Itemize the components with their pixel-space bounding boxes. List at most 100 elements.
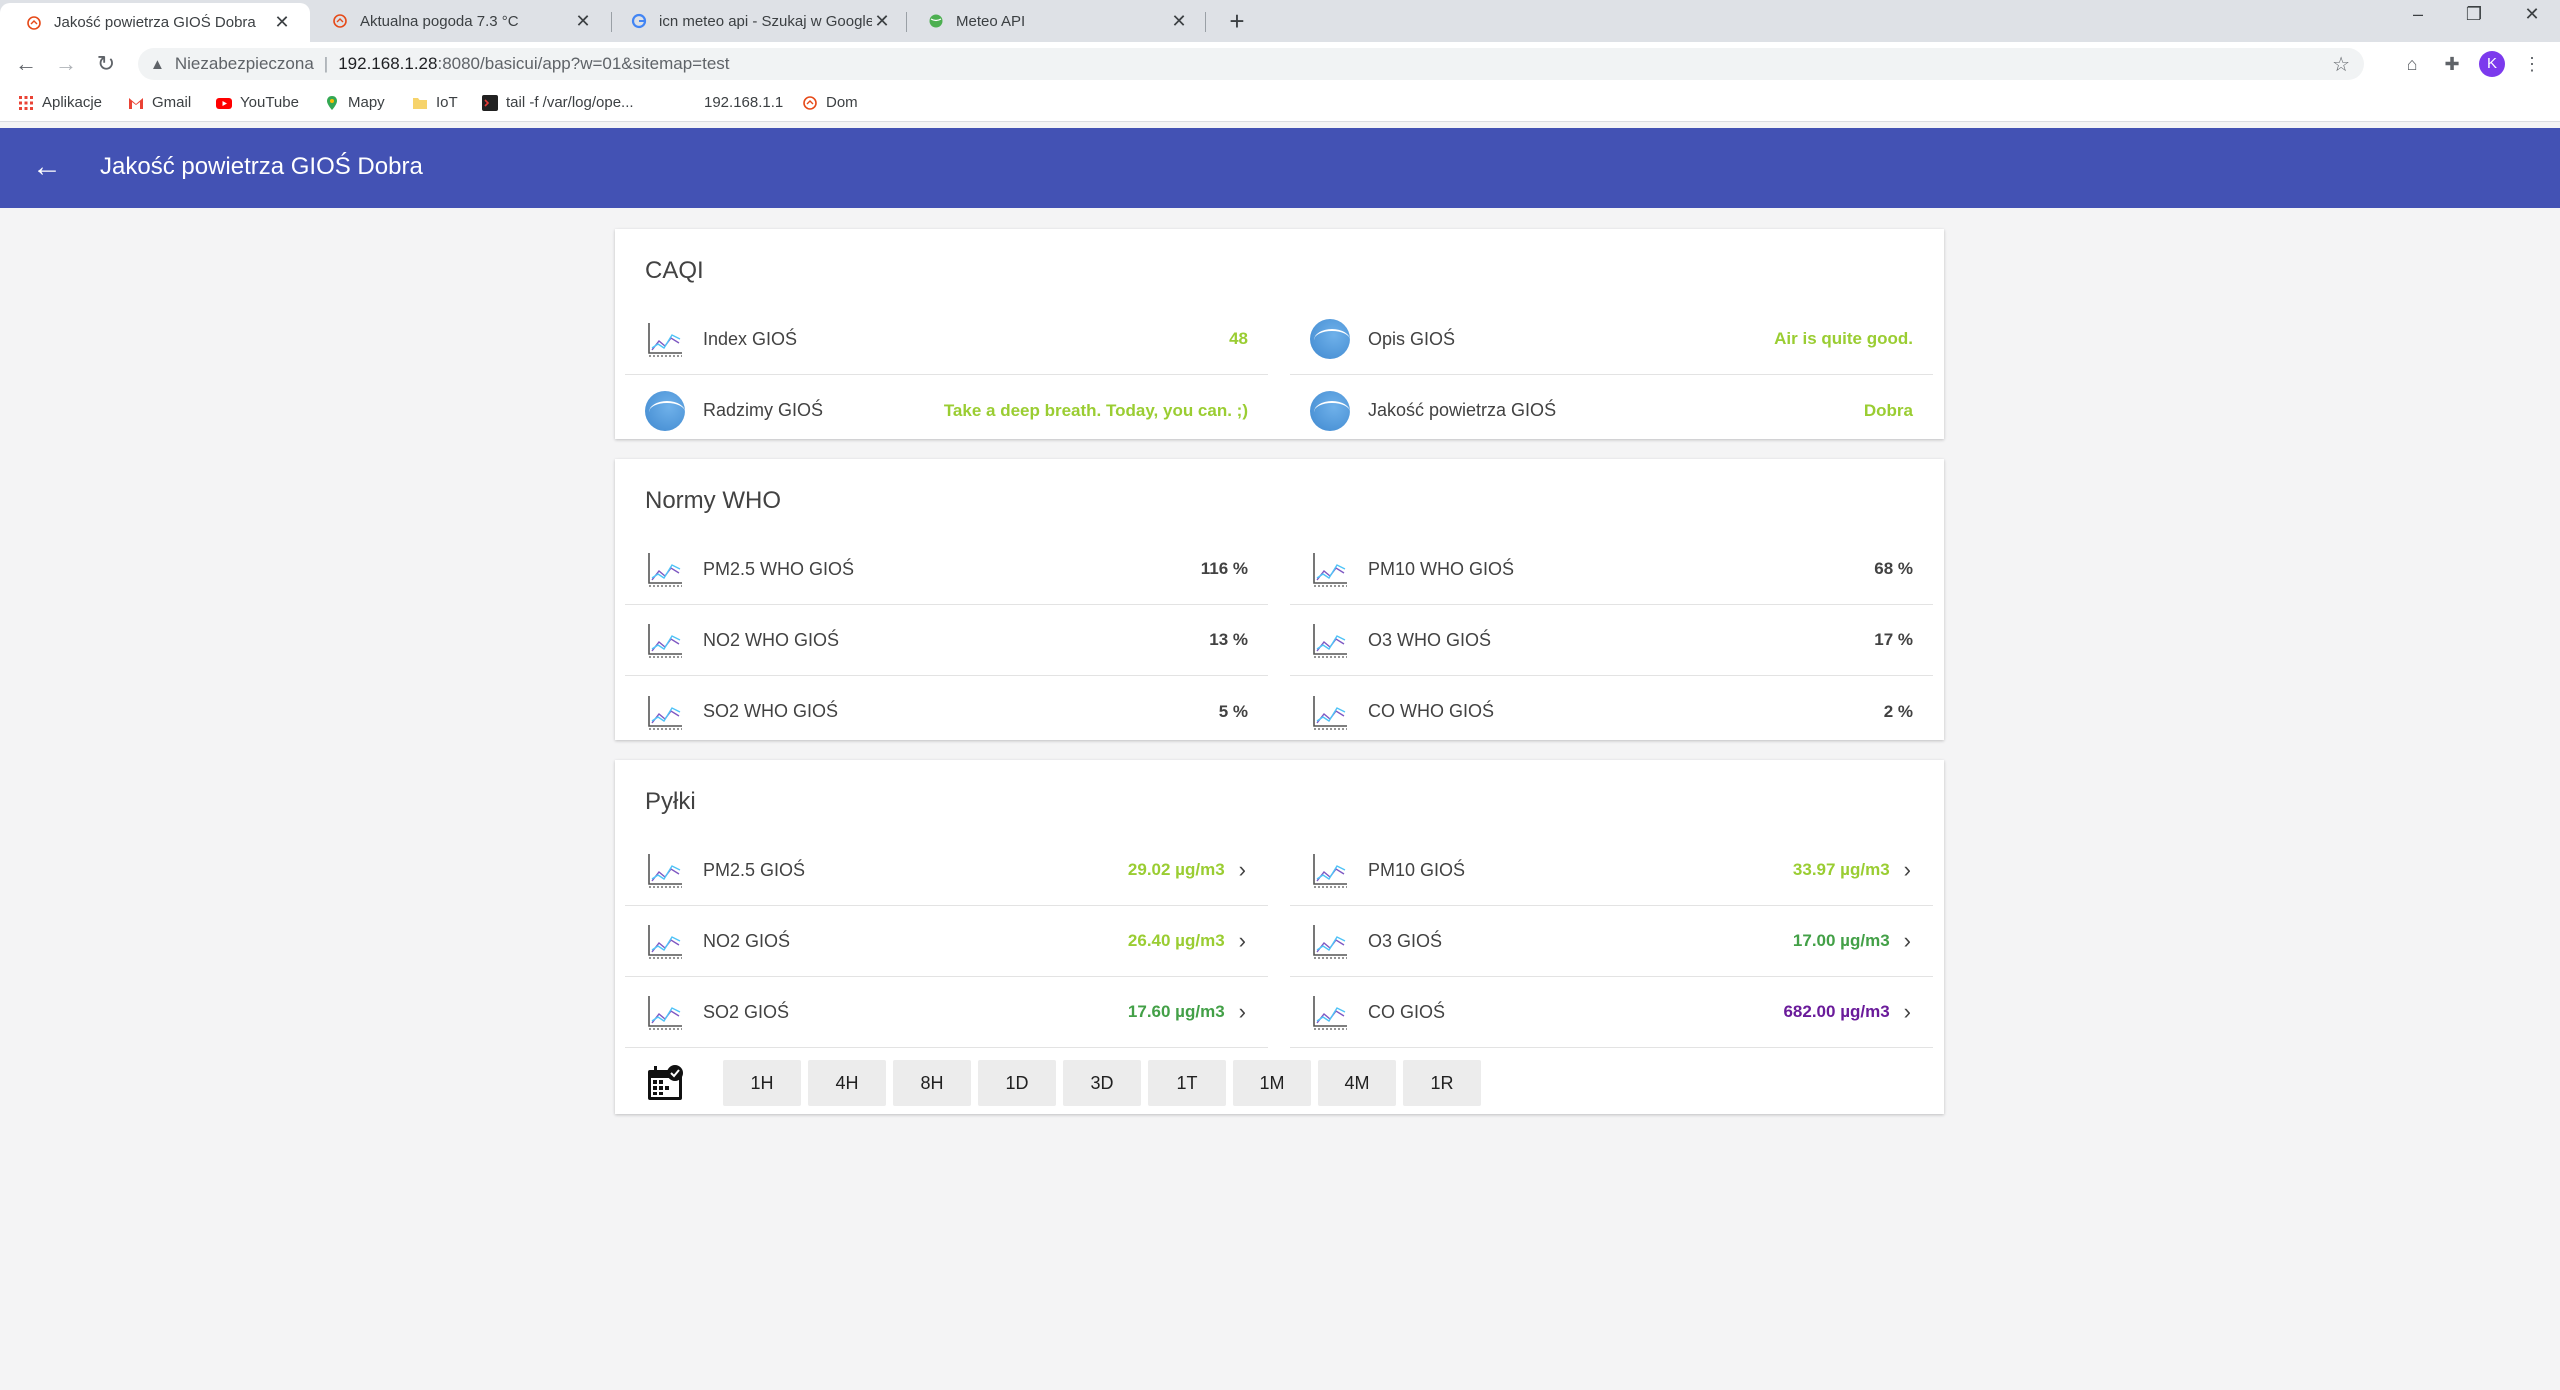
bookmark-label: YouTube bbox=[240, 94, 299, 111]
chart-icon bbox=[648, 553, 682, 587]
folder-icon bbox=[413, 97, 427, 109]
puzzle-icon[interactable]: ✚ bbox=[2440, 52, 2464, 76]
bookmark-label: Gmail bbox=[152, 94, 192, 111]
chart-icon bbox=[648, 854, 682, 888]
period-button-1r[interactable]: 1R bbox=[1403, 1060, 1481, 1106]
item-row-o3-gio[interactable]: O3 GIOŚ 17.00 µg/m3 › bbox=[1290, 906, 1933, 977]
bookmark-folder-iot[interactable]: IoT bbox=[412, 94, 458, 111]
forward-button[interactable]: → bbox=[52, 50, 80, 78]
tab-google-search[interactable]: icn meteo api - Szukaj w Google ✕ bbox=[605, 0, 910, 42]
item-row-pm2-5-gio[interactable]: PM2.5 GIOŚ 29.02 µg/m3 › bbox=[625, 835, 1268, 906]
chevron-right-icon[interactable]: › bbox=[1904, 928, 1911, 954]
security-label[interactable]: Niezabezpieczona bbox=[175, 54, 314, 74]
tab-title: icn meteo api - Szukaj w Google bbox=[659, 12, 872, 30]
bookmark-dom[interactable]: Dom bbox=[802, 94, 858, 111]
new-tab-button[interactable]: + bbox=[1222, 6, 1252, 37]
tab-close-icon[interactable]: ✕ bbox=[573, 11, 593, 32]
bookmark-label: Dom bbox=[826, 94, 858, 111]
period-button-1m[interactable]: 1M bbox=[1233, 1060, 1311, 1106]
page-title: Jakość powietrza GIOŚ Dobra bbox=[100, 153, 423, 180]
tab-close-icon[interactable]: ✕ bbox=[272, 12, 292, 33]
chevron-right-icon[interactable]: › bbox=[1904, 857, 1911, 883]
tab-meteo-api[interactable]: Meteo API ✕ bbox=[902, 0, 1207, 42]
bookmark-maps[interactable]: Mapy bbox=[324, 94, 385, 111]
terminal-icon bbox=[482, 94, 498, 111]
menu-icon[interactable]: ⋮ bbox=[2520, 52, 2544, 76]
bookmark-gmail[interactable]: Gmail bbox=[128, 94, 191, 111]
item-value: 5 % bbox=[1218, 701, 1248, 721]
item-value: 17 % bbox=[1874, 630, 1913, 649]
bookmark-youtube[interactable]: YouTube bbox=[216, 94, 299, 111]
item-row-so2-gio[interactable]: SO2 GIOŚ 17.60 µg/m3 › bbox=[625, 977, 1268, 1048]
item-label: Radzimy GIOŚ bbox=[703, 400, 824, 420]
period-button-4h[interactable]: 4H bbox=[808, 1060, 886, 1106]
chart-icon bbox=[648, 925, 682, 959]
item-row-no2-gio[interactable]: NO2 GIOŚ 26.40 µg/m3 › bbox=[625, 906, 1268, 977]
profile-avatar[interactable]: K bbox=[2479, 51, 2505, 77]
item-label: PM2.5 GIOŚ bbox=[703, 859, 806, 880]
extension-icon[interactable]: ⌂ bbox=[2400, 52, 2424, 76]
item-row-index-gio: Index GIOŚ 48 bbox=[625, 304, 1268, 375]
item-row-radzimy-gio: Radzimy GIOŚ Take a deep breath. Today, y… bbox=[625, 375, 1268, 446]
item-value: Dobra bbox=[1863, 400, 1913, 420]
period-button-3d[interactable]: 3D bbox=[1063, 1060, 1141, 1106]
item-label: CO GIOŚ bbox=[1368, 1001, 1446, 1022]
item-label: O3 GIOŚ bbox=[1368, 930, 1443, 951]
item-label: NO2 GIOŚ bbox=[703, 930, 791, 951]
section-title: CAQI bbox=[645, 257, 704, 284]
address-bar[interactable]: ▲ Niezabezpieczona | 192.168.1.28 :8080/… bbox=[138, 48, 2364, 80]
bookmark-router[interactable]: 192.168.1.1 bbox=[704, 94, 783, 111]
back-arrow-icon[interactable]: ← bbox=[32, 150, 62, 184]
item-row-co-gio[interactable]: CO GIOŚ 682.00 µg/m3 › bbox=[1290, 977, 1933, 1048]
openhab-icon bbox=[27, 15, 41, 30]
restore-button[interactable]: ❐ bbox=[2454, 4, 2494, 25]
chart-icon bbox=[1313, 695, 1347, 730]
window-close-button[interactable]: ✕ bbox=[2512, 4, 2552, 25]
period-button-4m[interactable]: 4M bbox=[1318, 1060, 1396, 1106]
tab-close-icon[interactable]: ✕ bbox=[1169, 11, 1189, 32]
warning-icon: ▲ bbox=[150, 55, 165, 73]
period-button-8h[interactable]: 8H bbox=[893, 1060, 971, 1106]
reload-button[interactable]: ↻ bbox=[92, 50, 120, 78]
item-label: Index GIOŚ bbox=[703, 328, 798, 349]
back-button[interactable]: ← bbox=[12, 50, 40, 78]
tab-weather[interactable]: Aktualna pogoda 7.3 °C ✕ bbox=[306, 0, 611, 42]
item-row-co-who-gio: CO WHO GIOŚ 2 % bbox=[1290, 676, 1933, 747]
youtube-icon bbox=[216, 97, 232, 109]
tab-close-icon[interactable]: ✕ bbox=[872, 11, 892, 32]
item-row-opis-gio: Opis GIOŚ Air is quite good. bbox=[1290, 304, 1933, 375]
browser-tab-strip: Jakość powietrza GIOŚ Dobra ✕ Aktualna p… bbox=[0, 0, 2560, 42]
chevron-right-icon[interactable]: › bbox=[1239, 857, 1246, 883]
url-host: 192.168.1.28 bbox=[338, 54, 438, 73]
chart-icon bbox=[1313, 553, 1347, 587]
chevron-right-icon[interactable]: › bbox=[1239, 999, 1246, 1025]
bookmark-star-icon[interactable]: ☆ bbox=[2332, 52, 2350, 77]
period-button-1h[interactable]: 1H bbox=[723, 1060, 801, 1106]
globe-favicon-icon bbox=[929, 14, 943, 28]
chevron-right-icon[interactable]: › bbox=[1239, 928, 1246, 954]
item-row-pm10-gio[interactable]: PM10 GIOŚ 33.97 µg/m3 › bbox=[1290, 835, 1933, 906]
item-label: SO2 WHO GIOŚ bbox=[703, 701, 839, 721]
item-label: SO2 GIOŚ bbox=[703, 1001, 790, 1022]
chevron-right-icon[interactable]: › bbox=[1904, 999, 1911, 1025]
calendar-icon[interactable] bbox=[645, 1063, 685, 1103]
bookmark-apps[interactable]: Aplikacje bbox=[18, 94, 102, 111]
address-separator: | bbox=[323, 54, 329, 73]
minimize-button[interactable]: – bbox=[2398, 4, 2438, 25]
item-value: 13 % bbox=[1209, 630, 1248, 649]
section-title: Normy WHO bbox=[645, 487, 781, 514]
item-value: 26.40 µg/m3 bbox=[1127, 931, 1225, 950]
chart-icon bbox=[1313, 996, 1347, 1030]
maps-pin-icon bbox=[327, 95, 337, 110]
period-button-1d[interactable]: 1D bbox=[978, 1060, 1056, 1106]
bookmark-label: Aplikacje bbox=[42, 94, 103, 111]
period-button-1t[interactable]: 1T bbox=[1148, 1060, 1226, 1106]
item-label: NO2 WHO GIOŚ bbox=[703, 629, 840, 650]
item-value: 29.02 µg/m3 bbox=[1127, 860, 1225, 879]
bookmark-tail-log[interactable]: tail -f /var/log/ope... bbox=[482, 94, 634, 111]
item-value: 116 % bbox=[1200, 559, 1248, 578]
item-row-pm10-who-gio: PM10 WHO GIOŚ 68 % bbox=[1290, 534, 1933, 605]
item-label: Jakość powietrza GIOŚ bbox=[1368, 400, 1557, 420]
item-row-no2-who-gio: NO2 WHO GIOŚ 13 % bbox=[625, 605, 1268, 676]
tab-air-quality[interactable]: Jakość powietrza GIOŚ Dobra ✕ bbox=[0, 3, 310, 42]
